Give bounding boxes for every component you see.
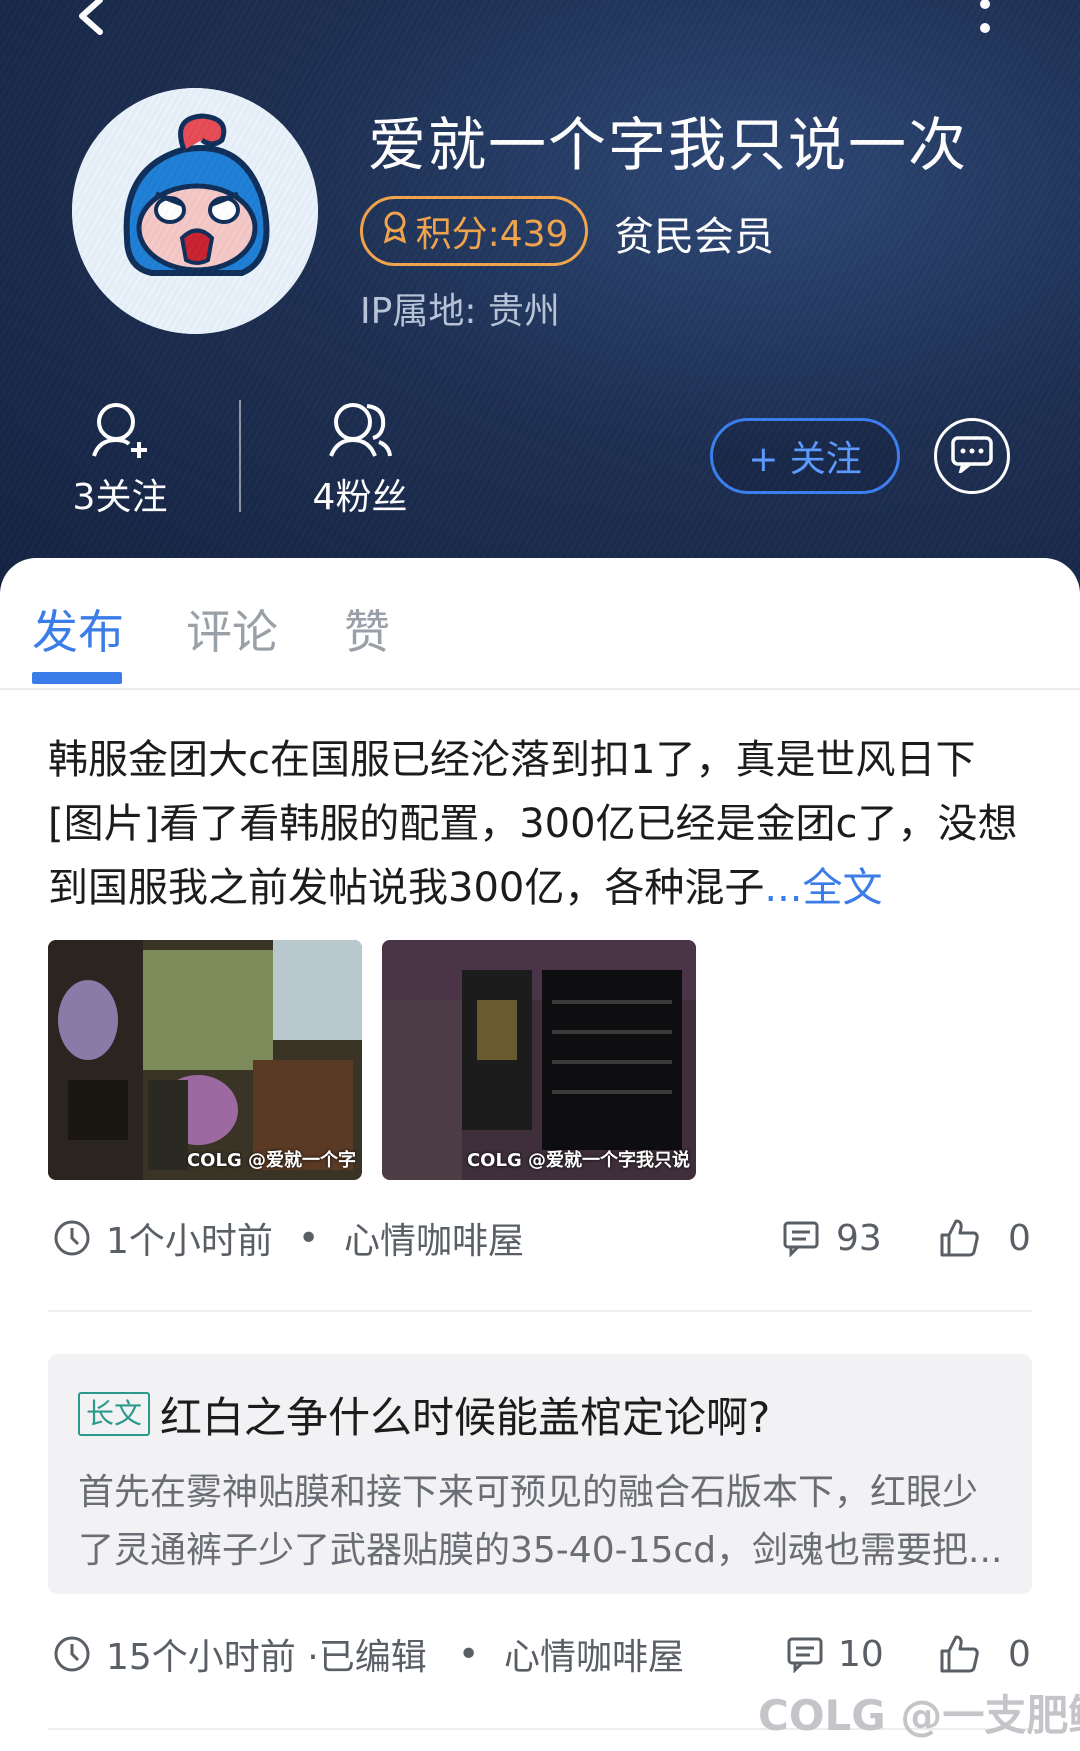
- clock-icon: [52, 1624, 92, 1684]
- comment-count: 93: [836, 1217, 882, 1259]
- long-article-card[interactable]: 长文 红白之争什么时候能盖棺定论啊? 首先在雾神贴膜和接下来可预见的融合石版本下…: [48, 1354, 1032, 1594]
- active-tab-indicator: [32, 672, 122, 684]
- image-watermark: COLG @爱就一个字: [186, 1150, 356, 1171]
- long-article-tag: 长文: [78, 1392, 151, 1436]
- post-divider: [48, 1310, 1032, 1312]
- points-label: 积分:439: [415, 214, 569, 255]
- post-image-1[interactable]: COLG @爱就一个字: [48, 940, 362, 1180]
- followers-stat[interactable]: 4粉丝: [280, 400, 440, 520]
- post-image-2[interactable]: COLG @爱就一个字我只说: [382, 940, 696, 1180]
- chat-bubble-icon: [951, 435, 993, 477]
- following-count: 3关注: [72, 477, 168, 518]
- tab-comments[interactable]: 评论: [186, 596, 278, 662]
- post-meta: 1个小时前 • 心情咖啡屋 93 0: [48, 1208, 1038, 1268]
- message-button[interactable]: [934, 418, 1010, 494]
- like-icon[interactable]: [938, 1208, 980, 1268]
- like-count: 0: [1008, 1217, 1031, 1259]
- post-board[interactable]: 心情咖啡屋: [344, 1208, 524, 1268]
- profile-header: 爱就一个字我只说一次 积分:439 贫民会员 IP属地: 贵州 3关注 4粉丝 …: [0, 0, 1080, 600]
- username: 爱就一个字我只说一次: [368, 111, 969, 179]
- followers-count: 4粉丝: [312, 477, 408, 518]
- post-time: 1个小时前: [106, 1221, 273, 1262]
- expand-full-text-link[interactable]: ...全文: [764, 865, 882, 911]
- tab-likes[interactable]: 赞: [344, 596, 390, 662]
- comment-icon[interactable]: [782, 1208, 820, 1268]
- content-panel: 发布 评论 赞 韩服金团大c在国服已经沦落到扣1了，真是世风日下[图片]看了看韩…: [0, 558, 1080, 1751]
- more-options-icon[interactable]: [970, 0, 1000, 40]
- member-level: 贫民会员: [614, 214, 774, 260]
- tab-posts[interactable]: 发布: [32, 596, 124, 662]
- points-badge[interactable]: 积分:439: [360, 196, 588, 266]
- profile-tabs: 发布 评论 赞: [0, 558, 1080, 690]
- ip-location: IP属地: 贵州: [360, 291, 560, 332]
- comment-icon[interactable]: [786, 1624, 824, 1684]
- comment-count: 10: [838, 1633, 884, 1675]
- following-stat[interactable]: 3关注: [40, 400, 200, 520]
- article-title: 红白之争什么时候能盖棺定论啊?: [160, 1393, 771, 1442]
- separator-dot: •: [458, 1633, 480, 1675]
- article-meta: 15个小时前 ·已编辑 • 心情咖啡屋 10 0: [48, 1624, 1038, 1684]
- avatar[interactable]: [72, 88, 318, 334]
- article-time: 15个小时前 ·已编辑: [106, 1637, 427, 1678]
- back-arrow-icon[interactable]: [72, 0, 122, 40]
- clock-icon: [52, 1208, 92, 1268]
- image-watermark: COLG @爱就一个字我只说: [466, 1150, 690, 1171]
- followers-icon: [327, 403, 393, 464]
- stat-divider: [239, 400, 241, 512]
- follow-button[interactable]: + 关注: [710, 418, 900, 494]
- like-icon[interactable]: [938, 1624, 980, 1684]
- post-text[interactable]: 韩服金团大c在国服已经沦落到扣1了，真是世风日下[图片]看了看韩服的配置，300…: [48, 728, 1028, 920]
- site-watermark: COLG @一支肥鲸: [758, 1691, 1080, 1740]
- separator-dot: •: [298, 1217, 320, 1259]
- like-count: 0: [1008, 1633, 1031, 1675]
- medal-icon: [380, 210, 410, 253]
- following-icon: [89, 403, 151, 464]
- article-excerpt: 首先在雾神贴膜和接下来可预见的融合石版本下，红眼少了灵通裤子少了武器贴膜的35-…: [78, 1472, 1003, 1571]
- article-board[interactable]: 心情咖啡屋: [504, 1624, 684, 1684]
